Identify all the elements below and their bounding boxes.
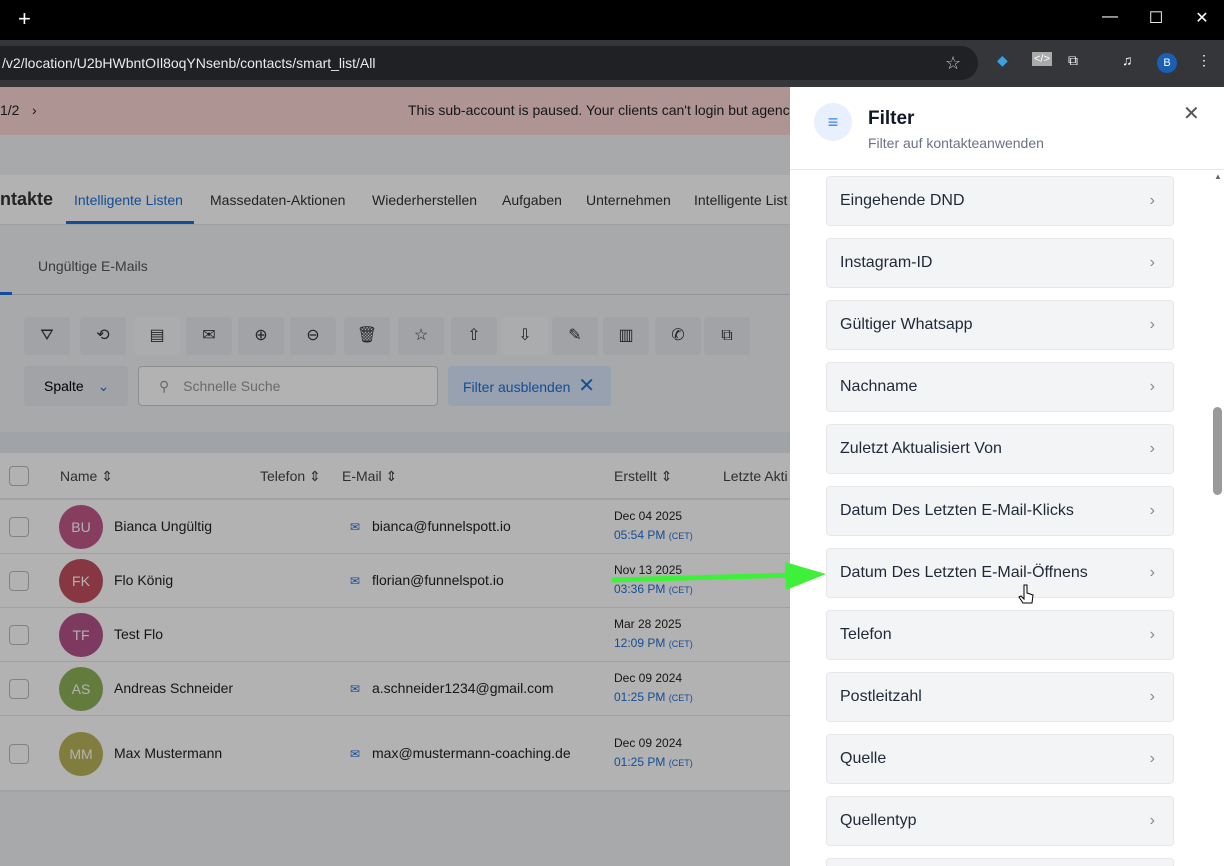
annotation-arrow [611, 562, 1034, 604]
mouse-cursor-icon [1018, 584, 1034, 604]
